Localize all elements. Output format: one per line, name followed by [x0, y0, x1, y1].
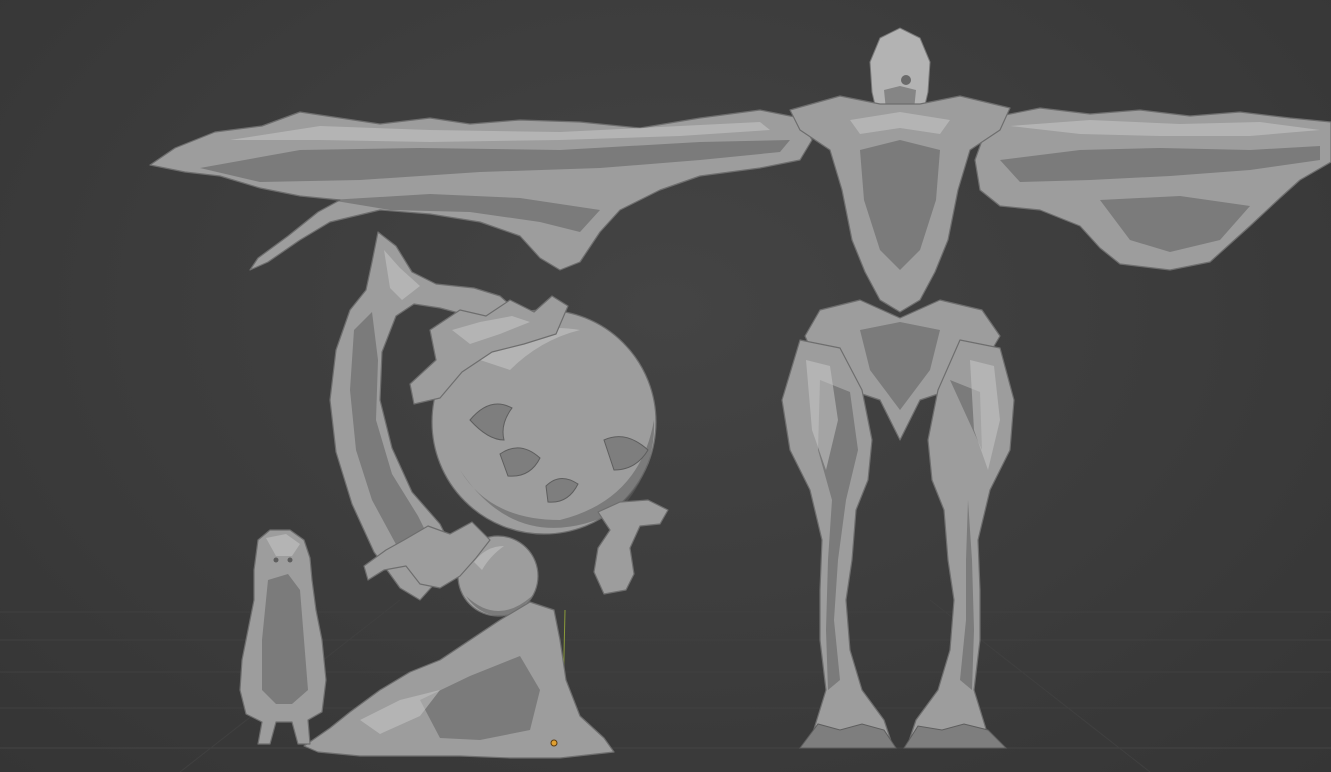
- 3d-viewport[interactable]: [0, 0, 1331, 772]
- figure-eye-right: [287, 557, 293, 563]
- orb-scepter-sculpture[interactable]: [303, 231, 669, 759]
- creature-eye: [901, 75, 911, 85]
- figure-eye-left: [273, 557, 279, 563]
- small-hooded-figure[interactable]: [239, 529, 327, 745]
- floor-grid: [0, 599, 1331, 772]
- 3d-cursor-icon[interactable]: [550, 739, 558, 747]
- viewport-canvas[interactable]: [0, 0, 1331, 772]
